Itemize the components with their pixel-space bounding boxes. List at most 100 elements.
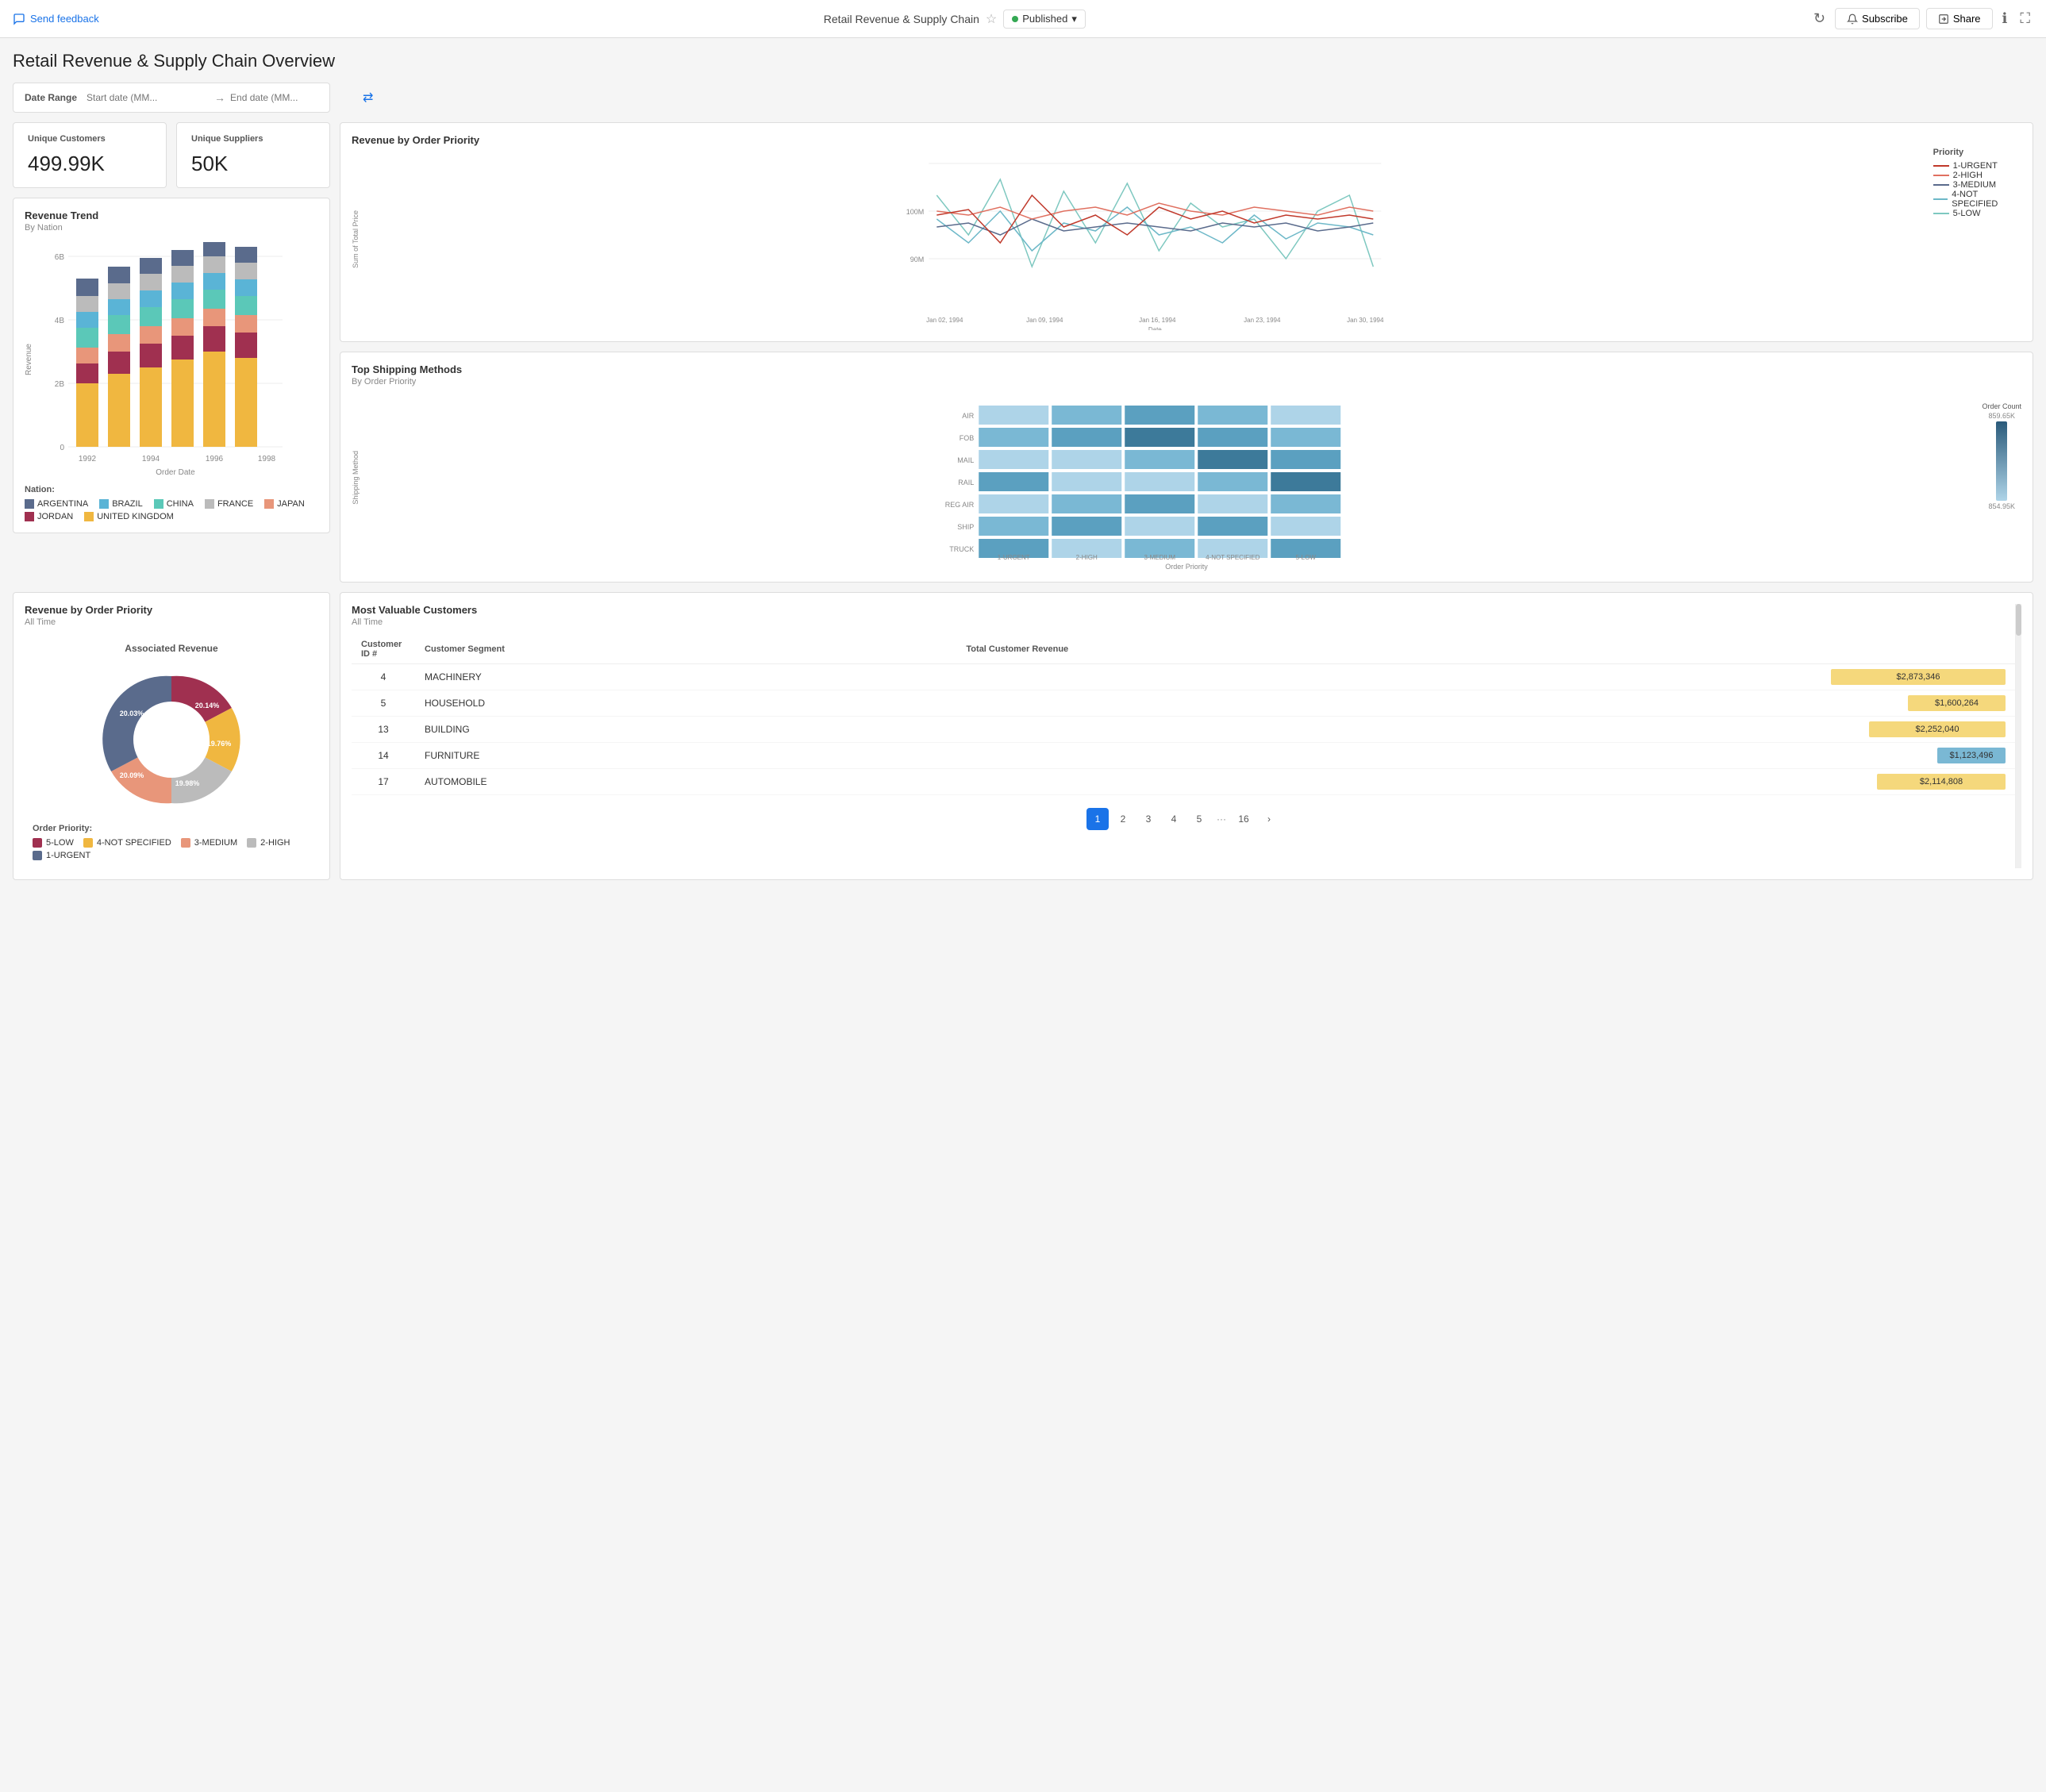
medium-line: [1933, 184, 1949, 186]
customer-revenue: $1,600,264: [956, 690, 2015, 717]
customer-revenue: $2,114,808: [956, 769, 2015, 795]
scroll-thumb[interactable]: [2016, 604, 2021, 636]
customers-title: Most Valuable Customers: [352, 604, 2015, 616]
svg-text:1994: 1994: [142, 455, 160, 463]
customer-revenue: $1,123,496: [956, 743, 2015, 769]
customer-segment: BUILDING: [415, 717, 956, 743]
customers-subtitle: All Time: [352, 617, 2015, 627]
date-swap-icon[interactable]: ⇄: [363, 90, 373, 106]
nation-japan: JAPAN: [264, 499, 305, 509]
urgent-legend-label: 1-URGENT: [1953, 161, 1998, 171]
page-16-btn[interactable]: 16: [1233, 808, 1255, 830]
donut-svg: 20.14% 19.76% 19.98% 20.09% 20.03%: [92, 660, 251, 819]
nation-jordan: JORDAN: [25, 512, 73, 521]
customer-id: 5: [352, 690, 415, 717]
svg-text:4-NOT SPECIFIED: 4-NOT SPECIFIED: [1206, 554, 1260, 561]
svg-text:0: 0: [60, 444, 64, 452]
revenue-trend-card: Revenue Trend By Nation Revenue 6B 4B: [13, 198, 330, 533]
5-low-swatch: [33, 838, 42, 848]
shipping-y-label: Shipping Method: [352, 451, 360, 505]
argentina-swatch: [25, 499, 34, 509]
high-legend-label: 2-HIGH: [1953, 171, 1983, 180]
table-row: 5HOUSEHOLD$1,600,264: [352, 690, 2015, 717]
customers-table-card: Most Valuable Customers All Time Custome…: [340, 592, 2033, 880]
share-btn[interactable]: Share: [1926, 8, 1993, 29]
page-next-btn[interactable]: ›: [1258, 808, 1280, 830]
unique-customers-card: Unique Customers 499.99K: [13, 122, 167, 188]
shipping-title: Top Shipping Methods: [352, 363, 2021, 375]
nation-label: Nation:: [25, 485, 318, 494]
pie-chart-title: Associated Revenue: [125, 643, 217, 654]
5-low-label: 5-LOW: [46, 838, 74, 848]
chevron-down-icon: ▾: [1071, 13, 1077, 25]
legend-urgent: 1-URGENT: [1933, 161, 2021, 171]
legend-1-urgent: 1-URGENT: [33, 851, 90, 860]
uk-label: UNITED KINGDOM: [97, 512, 174, 521]
low-line: [1933, 213, 1949, 214]
date-range-inputs: →: [87, 91, 353, 104]
donut-title: Revenue by Order Priority: [25, 604, 318, 616]
svg-text:Jan 16, 1994: Jan 16, 1994: [1139, 317, 1176, 324]
page-5-btn[interactable]: 5: [1188, 808, 1210, 830]
suppliers-value: 50K: [191, 152, 315, 176]
share-label: Share: [1953, 13, 1981, 25]
donut-order-legend: Order Priority: 5-LOW 4-NOT SPECIFIED 3-…: [33, 824, 310, 860]
start-date-input[interactable]: [87, 92, 210, 103]
france-label: FRANCE: [217, 499, 253, 509]
customer-id: 17: [352, 769, 415, 795]
svg-text:1992: 1992: [79, 455, 97, 463]
table-row: 4MACHINERY$2,873,346: [352, 664, 2015, 690]
svg-text:Jan 30, 1994: Jan 30, 1994: [1347, 317, 1384, 324]
page-1-btn[interactable]: 1: [1086, 808, 1109, 830]
svg-text:Date: Date: [1148, 326, 1162, 330]
donut-subtitle: All Time: [25, 617, 318, 627]
legend-5-low: 5-LOW: [33, 838, 74, 848]
subscribe-btn[interactable]: Subscribe: [1835, 8, 1920, 29]
customer-segment: FURNITURE: [415, 743, 956, 769]
bottom-section: Revenue by Order Priority All Time Assoc…: [13, 592, 2033, 880]
4-notspec-label: 4-NOT SPECIFIED: [97, 838, 171, 848]
col-revenue-header: Total Customer Revenue: [956, 635, 2015, 664]
page-2-btn[interactable]: 2: [1112, 808, 1134, 830]
svg-text:3-MEDIUM: 3-MEDIUM: [1144, 554, 1175, 561]
subscribe-label: Subscribe: [1862, 13, 1908, 25]
fullscreen-btn[interactable]: ⛶: [2017, 7, 2033, 30]
legend-4-notspec: 4-NOT SPECIFIED: [83, 838, 171, 848]
svg-text:MAIL: MAIL: [957, 456, 974, 464]
legend-3-medium: 3-MEDIUM: [181, 838, 237, 848]
page-3-btn[interactable]: 3: [1137, 808, 1160, 830]
info-btn[interactable]: ℹ: [1999, 7, 2011, 30]
legend-notspec: 4-NOT SPECIFIED: [1933, 190, 2021, 209]
date-arrow-icon: →: [214, 91, 225, 104]
svg-text:SHIP: SHIP: [957, 523, 974, 531]
svg-text:FOB: FOB: [960, 434, 975, 442]
feedback-btn[interactable]: Send feedback: [13, 13, 99, 25]
scroll-indicator[interactable]: [2015, 604, 2021, 868]
svg-text:AIR: AIR: [962, 412, 975, 420]
published-dot: [1012, 16, 1018, 22]
customer-segment: HOUSEHOLD: [415, 690, 956, 717]
svg-text:4B: 4B: [55, 317, 65, 325]
4-notspec-swatch: [83, 838, 93, 848]
shipping-subtitle: By Order Priority: [352, 377, 2021, 386]
revenue-y-axis-label: Revenue: [25, 344, 33, 375]
kpi-row: Unique Customers 499.99K Unique Supplier…: [13, 122, 330, 188]
published-badge[interactable]: Published ▾: [1003, 10, 1086, 29]
nation-legend: Nation: ARGENTINA BRAZIL CHINA: [25, 485, 318, 521]
svg-text:Jan 09, 1994: Jan 09, 1994: [1026, 317, 1063, 324]
page-4-btn[interactable]: 4: [1163, 808, 1185, 830]
dashboard-grid: Unique Customers 499.99K Unique Supplier…: [13, 122, 2033, 583]
revenue-priority-chart-area: Sum of Total Price 100M 90M: [352, 148, 2021, 330]
pagination: 1 2 3 4 5 ··· 16 ›: [352, 805, 2015, 833]
3-medium-label: 3-MEDIUM: [194, 838, 237, 848]
revenue-priority-title: Revenue by Order Priority: [352, 134, 2021, 146]
svg-text:19.76%: 19.76%: [207, 740, 232, 748]
star-icon[interactable]: ☆: [986, 11, 997, 27]
end-date-input[interactable]: [230, 92, 353, 103]
customers-table: Customer ID # Customer Segment Total Cus…: [352, 635, 2015, 795]
color-scale-gradient: [1996, 421, 2007, 501]
customers-label: Unique Customers: [28, 134, 152, 144]
svg-text:Order Date: Order Date: [156, 468, 195, 477]
svg-text:90M: 90M: [910, 256, 925, 263]
refresh-btn[interactable]: ↻: [1810, 7, 1829, 30]
